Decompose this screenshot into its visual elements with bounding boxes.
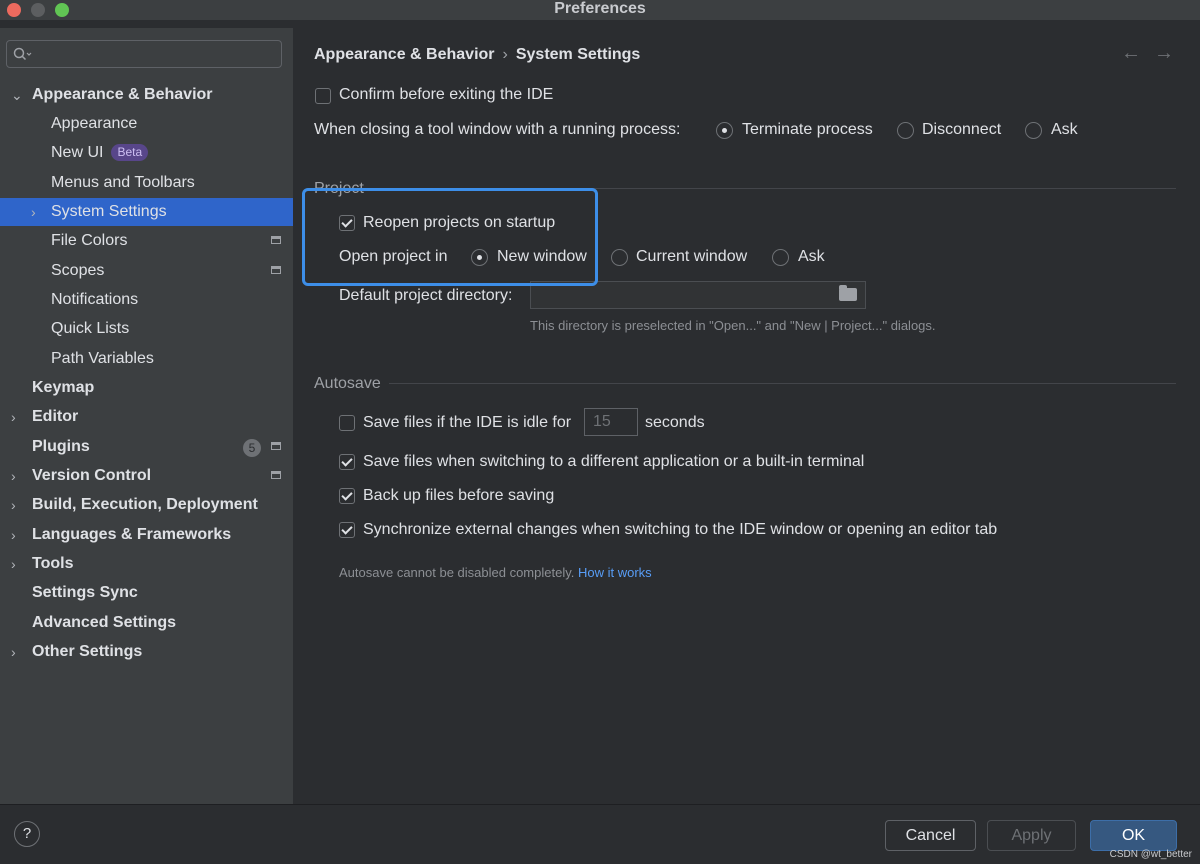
cancel-button[interactable]: Cancel: [885, 820, 976, 851]
project-level-icon: [271, 236, 281, 244]
sidebar-item-new-ui[interactable]: New UI Beta: [0, 139, 293, 167]
plugin-update-count-badge: 5: [243, 439, 261, 457]
closing-process-label: When closing a tool window with a runnin…: [314, 121, 681, 138]
settings-main-panel: Appearance & Behavior › System Settings ← …: [294, 28, 1200, 804]
ask-close-radio[interactable]: [1025, 122, 1042, 139]
chevron-right-icon: ›: [11, 497, 16, 513]
save-idle-checkbox[interactable]: [339, 415, 355, 431]
ok-button[interactable]: OK: [1090, 820, 1177, 851]
beta-badge: Beta: [111, 144, 149, 161]
sidebar-item-menus-toolbars[interactable]: Menus and Toolbars: [0, 169, 293, 197]
sidebar-item-path-variables[interactable]: Path Variables: [0, 345, 293, 373]
sidebar-item-label: New UI: [51, 144, 104, 161]
settings-sidebar: ⌄ Appearance & Behavior Appearance New U…: [0, 28, 293, 804]
autosave-hint: Autosave cannot be disabled completely. …: [339, 565, 652, 580]
sidebar-item-plugins[interactable]: Plugins 5: [0, 433, 293, 461]
idle-seconds-unit: seconds: [645, 414, 705, 431]
sync-external-label: Synchronize external changes when switch…: [363, 521, 998, 538]
sidebar-item-tools[interactable]: › Tools: [0, 550, 293, 578]
confirm-exit-label: Confirm before exiting the IDE: [339, 86, 554, 103]
project-level-icon: [271, 442, 281, 450]
terminate-process-radio[interactable]: [716, 122, 733, 139]
sidebar-item-appearance-behavior[interactable]: ⌄ Appearance & Behavior: [0, 81, 293, 109]
sidebar-item-settings-sync[interactable]: Settings Sync: [0, 579, 293, 607]
chevron-down-icon: ⌄: [11, 87, 23, 103]
disconnect-label: Disconnect: [922, 121, 1002, 138]
project-level-icon: [271, 471, 281, 479]
confirm-exit-checkbox[interactable]: [315, 88, 331, 104]
chevron-right-icon: ›: [11, 556, 16, 572]
current-window-radio[interactable]: [611, 249, 628, 266]
save-on-switch-label: Save files when switching to a different…: [363, 453, 865, 470]
breadcrumb-parent[interactable]: Appearance & Behavior: [314, 46, 495, 63]
how-it-works-link[interactable]: How it works: [578, 565, 652, 580]
terminate-process-label: Terminate process: [742, 121, 873, 138]
disconnect-radio[interactable]: [897, 122, 914, 139]
current-window-label: Current window: [636, 248, 748, 265]
chevron-right-icon: ›: [11, 468, 16, 484]
sidebar-item-version-control[interactable]: › Version Control: [0, 462, 293, 490]
sidebar-item-build-execution-deployment[interactable]: › Build, Execution, Deployment: [0, 491, 293, 519]
backup-files-label: Back up files before saving: [363, 487, 555, 504]
sidebar-item-advanced-settings[interactable]: Advanced Settings: [0, 609, 293, 637]
idle-seconds-input[interactable]: 15: [584, 408, 638, 436]
folder-icon[interactable]: [839, 285, 857, 301]
ask-open-label: Ask: [798, 248, 825, 265]
title-bar: Preferences: [0, 0, 1200, 20]
watermark-text: CSDN @wt_better: [1109, 849, 1192, 860]
autosave-hint-text: Autosave cannot be disabled completely.: [339, 565, 575, 580]
sidebar-item-other-settings[interactable]: › Other Settings: [0, 638, 293, 666]
sidebar-item-languages-frameworks[interactable]: › Languages & Frameworks: [0, 521, 293, 549]
breadcrumb-current: System Settings: [515, 46, 641, 63]
ask-close-label: Ask: [1051, 121, 1078, 138]
project-level-icon: [271, 266, 281, 274]
chevron-right-icon: ›: [31, 204, 36, 220]
sidebar-item-file-colors[interactable]: File Colors: [0, 227, 293, 255]
autosave-section-title: Autosave: [314, 375, 381, 392]
search-input[interactable]: [6, 40, 282, 68]
sync-external-checkbox[interactable]: [339, 522, 355, 538]
backup-files-checkbox[interactable]: [339, 488, 355, 504]
breadcrumb-separator: ›: [502, 46, 508, 63]
breadcrumb: Appearance & Behavior › System Settings: [314, 46, 640, 64]
sidebar-item-scopes[interactable]: Scopes: [0, 257, 293, 285]
sidebar-item-appearance[interactable]: Appearance: [0, 110, 293, 138]
forward-arrow-icon[interactable]: →: [1154, 42, 1174, 65]
ask-open-radio[interactable]: [772, 249, 789, 266]
chevron-right-icon: ›: [11, 527, 16, 543]
sidebar-item-system-settings[interactable]: › System Settings: [0, 198, 293, 226]
help-button[interactable]: ?: [14, 821, 40, 847]
chevron-right-icon: ›: [11, 644, 16, 660]
save-on-switch-checkbox[interactable]: [339, 454, 355, 470]
back-arrow-icon[interactable]: ←: [1121, 42, 1141, 65]
save-idle-label: Save files if the IDE is idle for: [363, 414, 572, 431]
window-title: Preferences: [554, 0, 646, 17]
default-directory-label: Default project directory:: [339, 287, 513, 304]
default-directory-hint: This directory is preselected in "Open..…: [530, 318, 936, 333]
section-divider: [389, 383, 1176, 384]
highlight-annotation-box: [302, 188, 598, 286]
dialog-button-bar: ? Cancel Apply OK CSDN @wt_better: [0, 804, 1200, 864]
search-icon: [13, 47, 32, 61]
sidebar-item-editor[interactable]: › Editor: [0, 403, 293, 431]
apply-button[interactable]: Apply: [987, 820, 1076, 851]
sidebar-item-quick-lists[interactable]: Quick Lists: [0, 315, 293, 343]
sidebar-item-keymap[interactable]: Keymap: [0, 374, 293, 402]
chevron-right-icon: ›: [11, 409, 16, 425]
sidebar-item-notifications[interactable]: Notifications: [0, 286, 293, 314]
